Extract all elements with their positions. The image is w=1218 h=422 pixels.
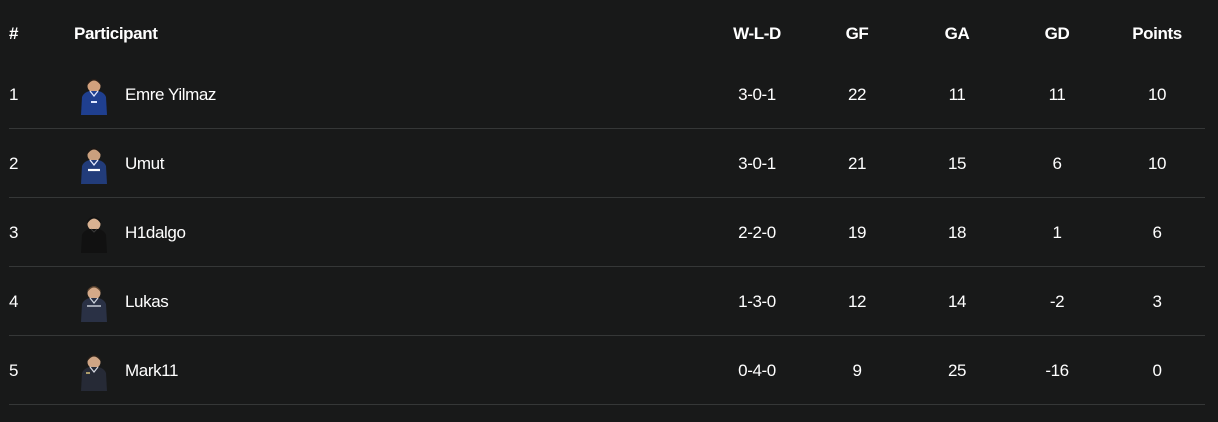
participant-name: Lukas — [125, 291, 169, 311]
table-row[interactable]: 3 H1dalgo 2-2-0 19 18 1 6 — [0, 198, 1218, 267]
row-gd: 6 — [1052, 153, 1062, 173]
row-participant[interactable]: Emre Yilmaz — [74, 60, 594, 129]
row-points: 10 — [1147, 153, 1167, 173]
row-gf: 19 — [847, 222, 867, 242]
row-gd: -2 — [1049, 291, 1065, 311]
row-gf: 9 — [852, 360, 862, 380]
row-points: 3 — [1152, 291, 1162, 311]
player-avatar-icon — [81, 78, 107, 115]
row-rank: 2 — [9, 153, 19, 173]
participant-name: Emre Yilmaz — [125, 84, 217, 104]
participant-name: Umut — [125, 153, 165, 173]
player-avatar-icon — [81, 147, 107, 184]
row-wld: 3-0-1 — [738, 153, 776, 173]
participant-name: H1dalgo — [125, 222, 186, 242]
header-participant: Participant — [74, 24, 158, 43]
row-participant[interactable]: Lukas — [74, 267, 594, 336]
row-points: 6 — [1152, 222, 1162, 242]
standings-table: # Participant W-L-D GF GA GD Points 1 Em… — [0, 0, 1218, 422]
row-ga: 14 — [947, 291, 967, 311]
row-participant[interactable]: Mark11 — [74, 336, 594, 405]
row-wld: 1-3-0 — [738, 291, 776, 311]
player-avatar-icon — [81, 354, 107, 391]
row-ga: 25 — [947, 360, 967, 380]
row-gd: 1 — [1052, 222, 1062, 242]
row-rank: 4 — [9, 291, 19, 311]
header-ga: GA — [944, 24, 970, 43]
row-ga: 11 — [948, 84, 966, 104]
table-row[interactable]: 1 Emre Yilmaz 3-0-1 22 11 11 10 — [0, 60, 1218, 129]
table-row[interactable]: 5 Mark11 0-4-0 9 25 -16 0 — [0, 336, 1218, 405]
header-points: Points — [1132, 24, 1182, 43]
table-header-row: # Participant W-L-D GF GA GD Points — [0, 0, 1218, 68]
row-rank: 1 — [9, 84, 19, 104]
header-gf: GF — [845, 24, 869, 43]
table-row[interactable]: 2 Umut 3-0-1 21 15 6 10 — [0, 129, 1218, 198]
row-wld: 0-4-0 — [738, 360, 776, 380]
table-row[interactable]: 4 Lukas 1-3-0 12 14 -2 3 — [0, 267, 1218, 336]
header-rank: # — [9, 24, 19, 43]
row-participant[interactable]: H1dalgo — [74, 198, 594, 267]
header-gd: GD — [1044, 24, 1070, 43]
row-points: 0 — [1152, 360, 1162, 380]
row-gf: 12 — [847, 291, 867, 311]
row-gf: 21 — [847, 153, 867, 173]
row-gd: -16 — [1045, 360, 1069, 380]
player-avatar-icon — [81, 285, 107, 322]
participant-name: Mark11 — [125, 360, 179, 380]
row-gf: 22 — [847, 84, 867, 104]
row-ga: 15 — [947, 153, 967, 173]
row-wld: 2-2-0 — [738, 222, 776, 242]
row-participant[interactable]: Umut — [74, 129, 594, 198]
row-points: 10 — [1147, 84, 1167, 104]
row-rank: 3 — [9, 222, 19, 242]
row-ga: 18 — [947, 222, 967, 242]
row-wld: 3-0-1 — [738, 84, 776, 104]
header-wld: W-L-D — [733, 24, 781, 43]
row-gd: 11 — [1048, 84, 1066, 104]
player-avatar-icon — [81, 216, 107, 253]
row-rank: 5 — [9, 360, 19, 380]
